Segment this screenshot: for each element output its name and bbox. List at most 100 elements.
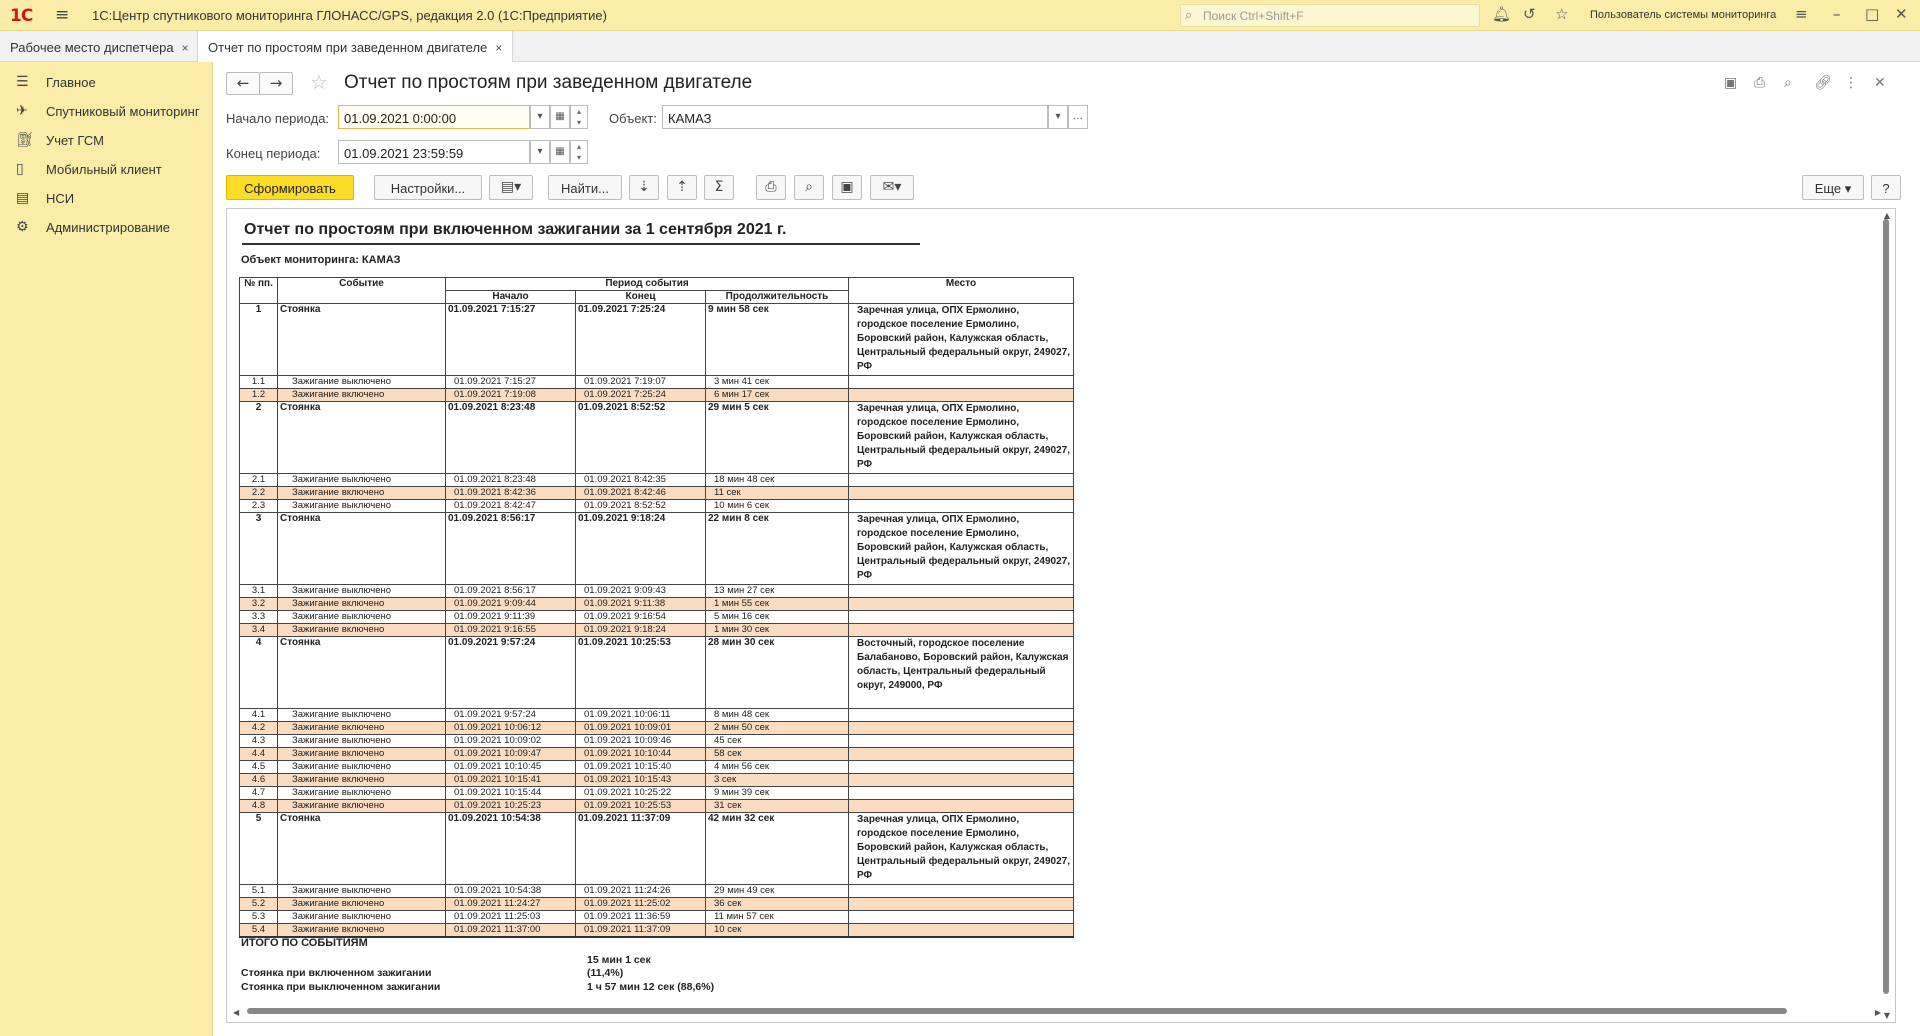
table-row-ignition: 2.3 Зажигание выключено 01.09.2021 8:42:47… <box>239 499 1074 513</box>
cell-end: 01.09.2021 11:37:09 <box>575 812 706 885</box>
horizontal-scrollbar[interactable] <box>247 1008 1787 1014</box>
cell-place: Заречная улица, ОПХ Ермолино, городское … <box>848 512 1074 585</box>
gear-icon: ⚙︎ <box>16 219 29 235</box>
sections-sidebar: ☰ Главное ✈︎ Спутниковый мониторинг ⛽︎ У… <box>0 62 213 1036</box>
sidebar-item-reference-data[interactable]: ▤ НСИ <box>0 183 213 213</box>
scroll-left-arrow-icon[interactable]: ◀ <box>233 1008 239 1017</box>
open-windows-tabbar: Рабочее место диспетчера × Отчет по прост… <box>0 31 1920 63</box>
close-tab-icon[interactable]: × <box>495 41 502 55</box>
close-tab-icon[interactable]: × <box>182 41 189 55</box>
cell-event: Зажигание выключено <box>277 910 446 924</box>
preview-icon[interactable]: ⌕ <box>1784 75 1792 91</box>
period-start-dropdown-button[interactable]: ▾ <box>530 105 550 129</box>
tab-dispatcher-workplace[interactable]: Рабочее место диспетчера × <box>0 31 200 62</box>
cell-event: Зажигание включено <box>277 799 446 813</box>
period-end-dropdown-button[interactable]: ▾ <box>530 140 550 164</box>
sidebar-item-fuel-accounting[interactable]: ⛽︎ Учет ГСМ <box>0 125 213 155</box>
cell-start: 01.09.2021 7:15:27 <box>445 375 576 389</box>
back-button[interactable]: ← <box>226 72 260 95</box>
table-row-ignition: 4.4 Зажигание включено 01.09.2021 10:09:47… <box>239 747 1074 761</box>
cell-event: Зажигание включено <box>277 388 446 402</box>
total-ignition-on-label: Стоянка при включенном зажигании <box>241 967 432 979</box>
period-end-stepper[interactable]: ▴ ▾ <box>570 140 588 164</box>
sidebar-item-main[interactable]: ☰ Главное <box>0 67 213 97</box>
main-menu-icon[interactable]: ≡ <box>55 5 69 25</box>
cell-place <box>848 499 1074 513</box>
cell-duration: 3 сек <box>705 773 849 787</box>
table-row-stop: 4 Стоянка 01.09.2021 9:57:24 01.09.2021 10:… <box>239 636 1074 709</box>
report-variants-icon[interactable]: ▤▾ <box>489 175 533 200</box>
close-window-icon[interactable]: ✕ <box>1895 5 1908 23</box>
more-button[interactable]: Еще ▾ <box>1802 175 1864 200</box>
scroll-up-arrow-icon[interactable]: ▲ <box>1884 211 1890 220</box>
sidebar-item-mobile-client[interactable]: ▯ Мобильный клиент <box>0 154 213 184</box>
period-start-field[interactable]: 01.09.2021 0:00:00 <box>338 105 530 129</box>
print-icon[interactable]: ⎙ <box>756 175 786 200</box>
cell-place <box>848 799 1074 813</box>
scroll-right-arrow-icon[interactable]: ▶ <box>1875 1008 1881 1017</box>
close-form-icon[interactable]: ✕ <box>1874 75 1886 91</box>
maximize-icon[interactable]: □ <box>1865 5 1879 23</box>
help-button[interactable]: ? <box>1871 175 1901 200</box>
more-actions-icon[interactable]: ⋮ <box>1844 75 1858 91</box>
scroll-down-arrow-icon[interactable]: ▼ <box>1884 1011 1890 1020</box>
preview-icon[interactable]: ⌕ <box>794 175 824 200</box>
book-icon: ▤ <box>16 190 30 206</box>
cell-end: 01.09.2021 11:37:09 <box>575 923 706 938</box>
calendar-icon[interactable]: ▦ <box>550 105 570 129</box>
cell-duration: 18 мин 48 сек <box>705 473 849 487</box>
sum-icon[interactable]: Σ <box>704 175 734 200</box>
object-dropdown-button[interactable]: ▾ <box>1048 105 1068 129</box>
add-to-favorites-star-icon[interactable]: ☆ <box>310 70 328 94</box>
settings-menu-icon[interactable]: ≡ <box>1795 5 1808 23</box>
column-header-place: Место <box>848 277 1074 304</box>
period-start-stepper[interactable]: ▴ ▾ <box>570 105 588 129</box>
forward-button[interactable]: → <box>259 72 293 95</box>
save-icon[interactable]: ▣ <box>832 175 862 200</box>
table-row-ignition: 5.1 Зажигание выключено 01.09.2021 10:54:3… <box>239 884 1074 898</box>
calendar-icon[interactable]: ▦ <box>550 140 570 164</box>
sidebar-item-administration[interactable]: ⚙︎ Администрирование <box>0 212 213 242</box>
cell-duration: 31 сек <box>705 799 849 813</box>
save-file-icon[interactable]: ▣ <box>1724 75 1737 91</box>
cell-start: 01.09.2021 8:42:36 <box>445 486 576 500</box>
cell-duration: 29 мин 5 сек <box>705 401 849 474</box>
history-icon[interactable]: ↺ <box>1523 5 1536 23</box>
menu-icon: ☰ <box>16 74 29 90</box>
vertical-scrollbar[interactable] <box>1883 219 1889 994</box>
cell-start: 01.09.2021 10:54:38 <box>445 884 576 898</box>
object-select-button[interactable]: … <box>1068 105 1088 129</box>
object-field[interactable]: КАМАЗ <box>662 105 1048 129</box>
expand-groups-icon[interactable]: ⇣ <box>629 175 659 200</box>
notifications-bell-icon[interactable]: 🔔︎ <box>1492 5 1511 23</box>
current-user[interactable]: Пользователь системы мониторинга <box>1590 9 1776 21</box>
cell-place <box>848 884 1074 898</box>
cell-start: 01.09.2021 9:57:24 <box>445 636 576 709</box>
cell-duration: 10 сек <box>705 923 849 938</box>
find-button[interactable]: Найти... <box>548 175 622 200</box>
cell-place <box>848 910 1074 924</box>
print-icon[interactable]: ⎙ <box>1754 75 1765 91</box>
global-search-input[interactable]: ⌕ Поиск Ctrl+Shift+F <box>1180 4 1480 27</box>
report-document[interactable]: Отчет по простоям при включенном зажиган… <box>226 208 1896 1023</box>
table-row-ignition: 3.2 Зажигание включено 01.09.2021 9:09:44 0… <box>239 597 1074 611</box>
cell-end: 01.09.2021 8:42:35 <box>575 473 706 487</box>
app-title: 1С:Центр спутникового мониторинга ГЛОНАС… <box>92 8 607 23</box>
generate-button[interactable]: Сформировать <box>226 175 354 200</box>
cell-num: 5.2 <box>239 897 278 911</box>
cell-num: 3.4 <box>239 623 278 637</box>
settings-button[interactable]: Настройки... <box>374 175 482 200</box>
cell-num: 4.7 <box>239 786 278 800</box>
favorites-star-icon[interactable]: ☆ <box>1555 5 1568 23</box>
tab-idle-report[interactable]: Отчет по простоям при заведенном двигате… <box>197 31 514 63</box>
collapse-groups-icon[interactable]: ⇡ <box>667 175 697 200</box>
period-end-field[interactable]: 01.09.2021 23:59:59 <box>338 140 530 164</box>
phone-icon: ▯ <box>16 161 24 177</box>
sidebar-item-satellite-monitoring[interactable]: ✈︎ Спутниковый мониторинг <box>0 96 213 126</box>
cell-event: Зажигание включено <box>277 486 446 500</box>
minimize-icon[interactable]: – <box>1833 5 1841 23</box>
title-underline <box>242 243 920 245</box>
link-icon[interactable]: 🔗︎ <box>1814 75 1832 91</box>
search-placeholder: Поиск Ctrl+Shift+F <box>1203 9 1304 23</box>
send-email-icon[interactable]: ✉▾ <box>870 175 914 200</box>
